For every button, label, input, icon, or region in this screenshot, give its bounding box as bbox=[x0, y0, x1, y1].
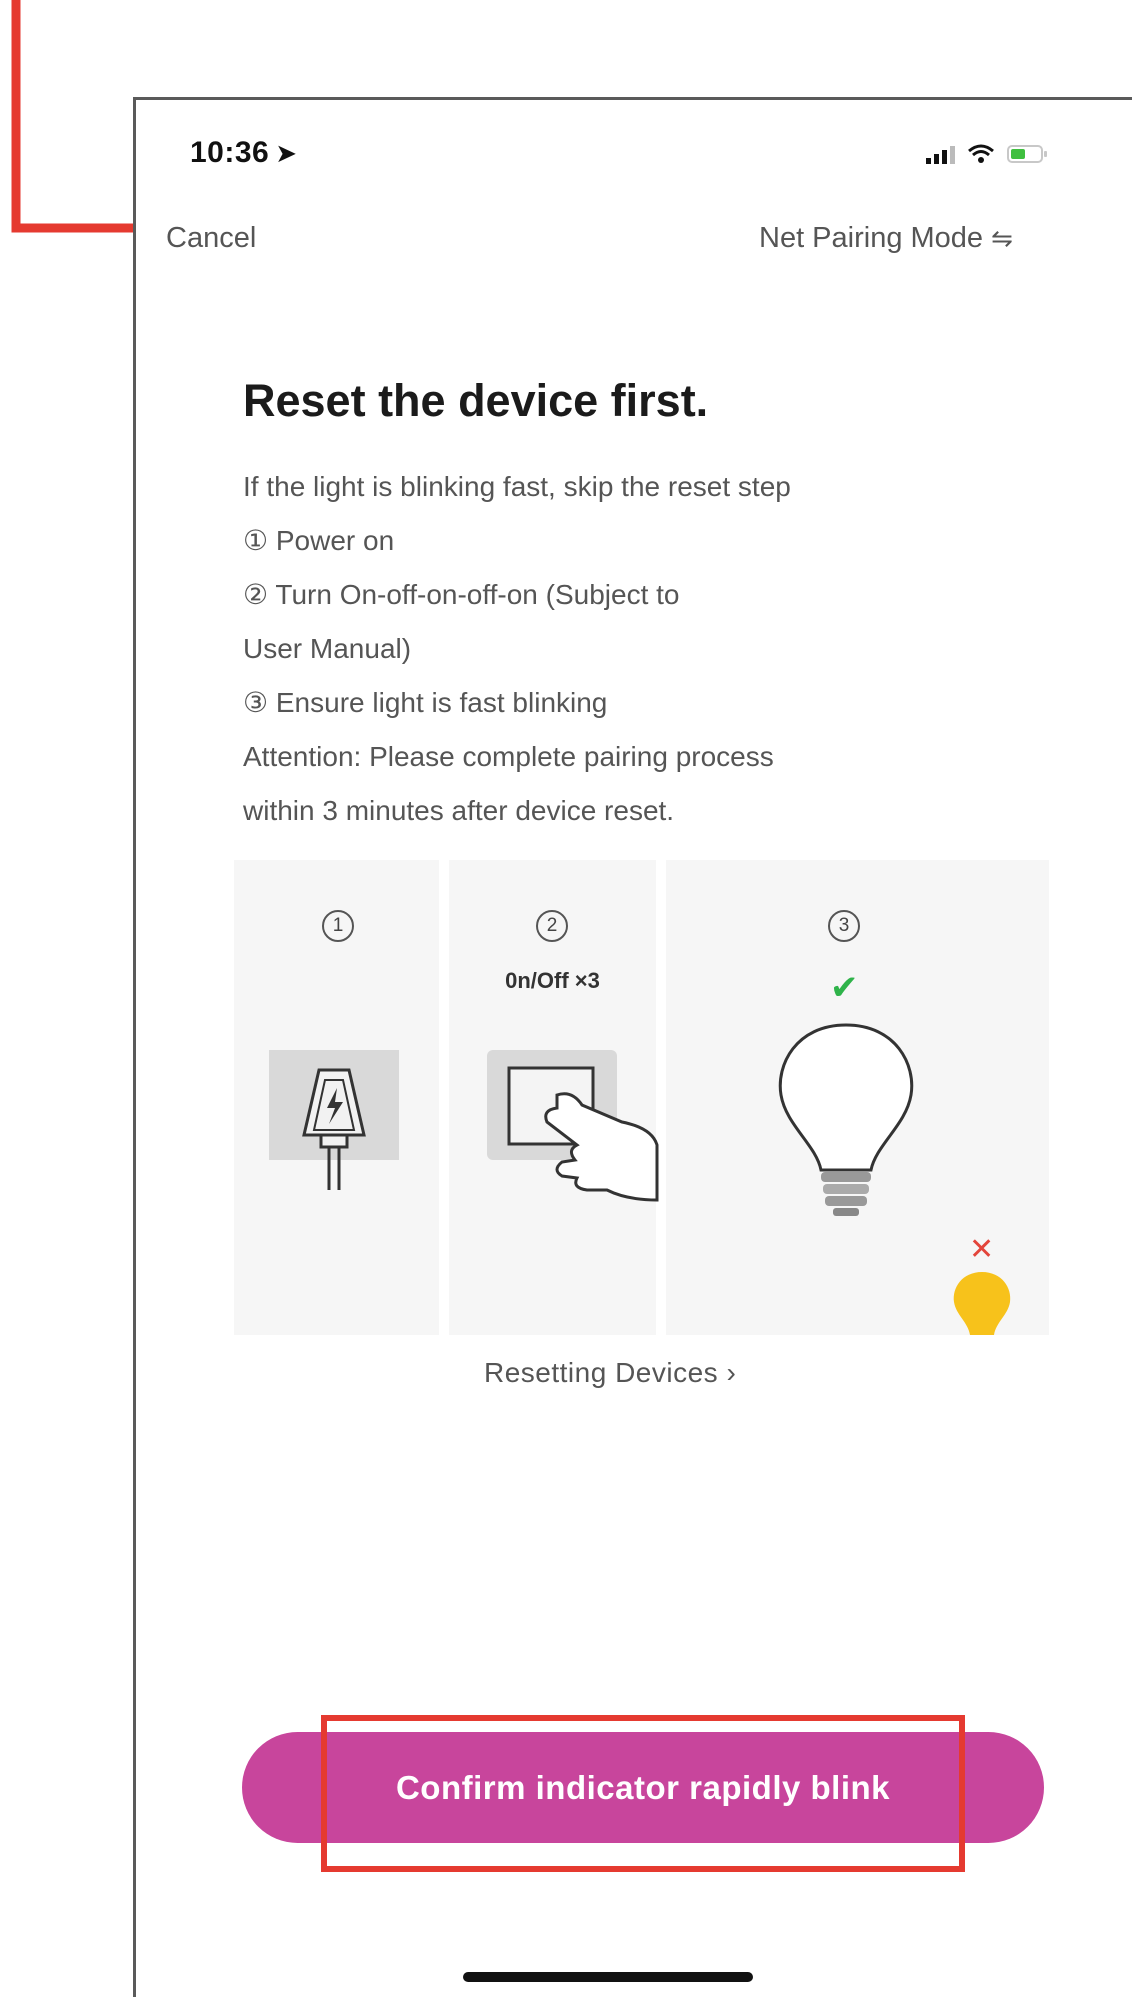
wifi-icon bbox=[968, 144, 994, 163]
step-2-number: 2 bbox=[536, 910, 568, 942]
step-1-panel: 1 bbox=[234, 860, 439, 1335]
reset-instructions: If the light is blinking fast, skip the … bbox=[243, 460, 1003, 838]
lightbulb-on-icon bbox=[778, 1023, 914, 1216]
status-icons bbox=[926, 140, 1047, 168]
nav-bar: Cancel Net Pairing Mode ⇋ bbox=[136, 210, 1132, 270]
power-plug-icon bbox=[269, 1050, 399, 1190]
instruction-line: User Manual) bbox=[243, 633, 412, 664]
instruction-line: If the light is blinking fast, skip the … bbox=[243, 471, 791, 502]
status-time-text: 10:36 bbox=[190, 136, 270, 169]
annotation-highlight-box bbox=[321, 1715, 965, 1872]
step-2-panel: 2 0n/Off ×3 bbox=[449, 860, 659, 1335]
battery-icon bbox=[1007, 145, 1047, 163]
reset-illustration: 1 2 0n/Off ×3 3 ✔ ✕ bbox=[234, 860, 1049, 1335]
resetting-devices-label: Resetting Devices bbox=[484, 1357, 719, 1388]
step-1-number: 1 bbox=[322, 910, 354, 942]
cancel-button[interactable]: Cancel bbox=[166, 222, 256, 255]
instruction-line: ② Turn On-off-on-off-on (Subject to bbox=[243, 579, 680, 610]
phone-screen: 10:36 ➤ Cancel Net Pairing Mode ⇋ Reset th… bbox=[133, 97, 1132, 1997]
x-icon: ✕ bbox=[969, 1233, 995, 1266]
resetting-devices-link[interactable]: Resetting Devices › bbox=[484, 1357, 736, 1389]
instruction-line: ① Power on bbox=[243, 525, 395, 556]
swap-icon: ⇋ bbox=[991, 223, 1013, 253]
net-pairing-mode-button[interactable]: Net Pairing Mode ⇋ bbox=[759, 222, 1013, 255]
net-pairing-mode-label: Net Pairing Mode bbox=[759, 222, 984, 254]
instruction-line: ③ Ensure light is fast blinking bbox=[243, 687, 608, 718]
step-3-panel: 3 ✔ ✕ bbox=[666, 860, 1049, 1335]
status-time: 10:36 ➤ bbox=[190, 136, 298, 170]
location-arrow-icon: ➤ bbox=[275, 138, 298, 168]
status-bar: 10:36 ➤ bbox=[136, 100, 1132, 200]
onoff-label: 0n/Off ×3 bbox=[505, 968, 600, 993]
page-title: Reset the device first. bbox=[243, 375, 709, 426]
chevron-right-icon: › bbox=[726, 1357, 737, 1388]
instruction-line: Attention: Please complete pairing proce… bbox=[243, 741, 774, 772]
check-icon: ✔ bbox=[830, 969, 859, 1007]
instruction-line: within 3 minutes after device reset. bbox=[243, 795, 675, 826]
lightbulb-slow-icon bbox=[953, 1272, 1011, 1335]
signal-icon bbox=[926, 144, 955, 164]
step-3-number: 3 bbox=[828, 910, 860, 942]
switch-press-icon bbox=[487, 1050, 659, 1202]
